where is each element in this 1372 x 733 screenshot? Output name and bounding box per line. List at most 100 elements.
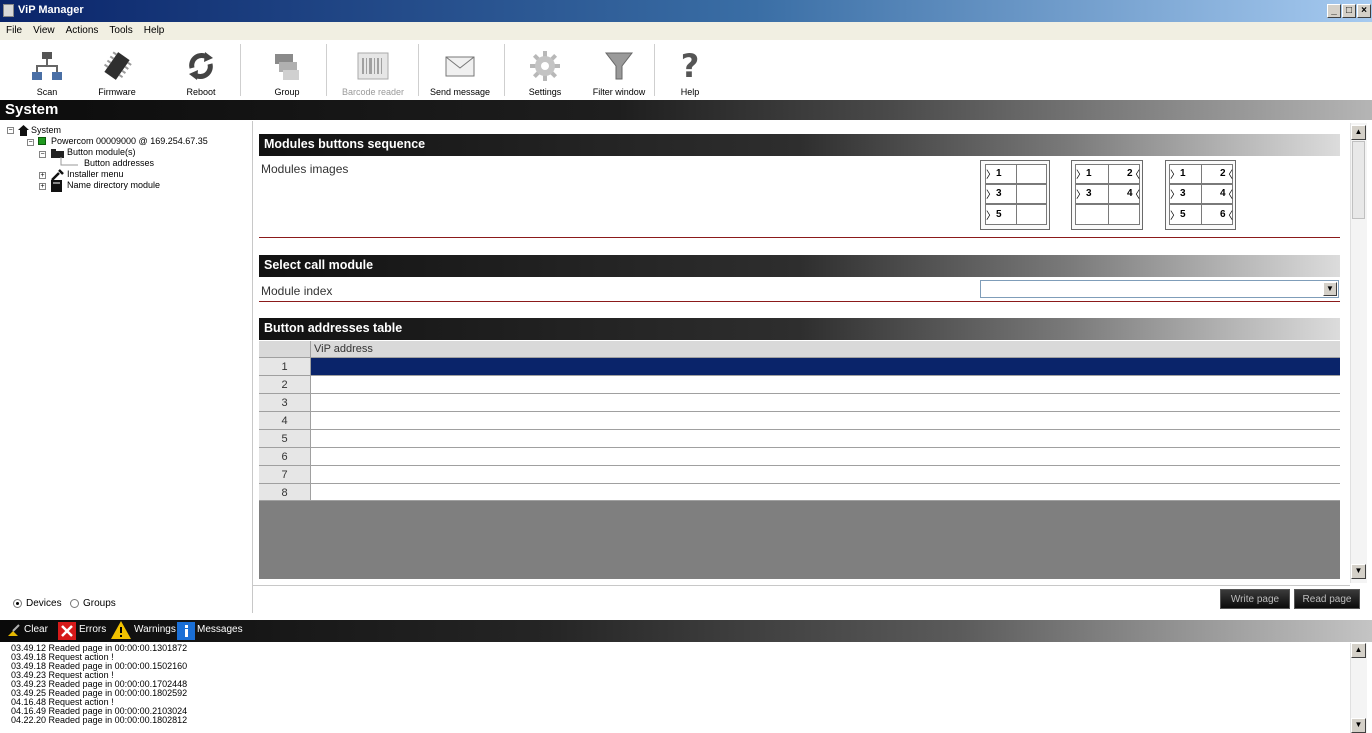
log-scrollbar[interactable]: ▲ ▼: [1350, 643, 1367, 733]
expand-icon[interactable]: +: [39, 183, 46, 190]
errors-filter-button[interactable]: Errors: [79, 624, 106, 635]
collapse-icon[interactable]: −: [27, 139, 34, 146]
row-header[interactable]: 1: [259, 358, 311, 376]
log-area: 03.49.12 Readed page in 00:00:00.1301872…: [0, 643, 1350, 733]
groups-radio-label[interactable]: Groups: [83, 598, 116, 609]
column-header-vip-address[interactable]: ViP address: [311, 341, 1340, 358]
settings-button[interactable]: Settings: [510, 46, 580, 98]
grid-corner: [259, 341, 311, 358]
maximize-button[interactable]: □: [1342, 4, 1356, 18]
envelope-icon: [445, 56, 475, 77]
module-image-3: 〉 1 2 〈 〉 3 4 〈 〉 5 6 〈: [1165, 160, 1236, 230]
barcode-reader-button[interactable]: Barcode reader: [338, 46, 408, 98]
row-header[interactable]: 8: [259, 484, 311, 501]
page-icon: [60, 157, 78, 166]
scroll-down-icon[interactable]: ▼: [1351, 564, 1366, 579]
devices-radio-label[interactable]: Devices: [26, 598, 62, 609]
info-icon: [177, 622, 195, 640]
vip-address-cell[interactable]: [311, 376, 1340, 394]
vip-address-cell[interactable]: [311, 466, 1340, 484]
tree-button-addresses[interactable]: Button addresses: [84, 158, 154, 168]
toolbar-separator: [240, 44, 241, 96]
modules-sequence-header: Modules buttons sequence: [259, 134, 1340, 156]
read-page-button[interactable]: Read page: [1294, 589, 1360, 609]
tree-button-modules[interactable]: Button module(s): [67, 147, 136, 157]
row-header[interactable]: 7: [259, 466, 311, 484]
group-label: Group: [274, 87, 300, 97]
scroll-up-icon[interactable]: ▲: [1351, 125, 1366, 140]
log-scroll-up-icon[interactable]: ▲: [1351, 643, 1366, 658]
row-header[interactable]: 3: [259, 394, 311, 412]
section-title: System: [5, 101, 59, 118]
log-line: 04.22.20 Readed page in 00:00:00.1802812: [11, 715, 188, 725]
write-page-button[interactable]: Write page: [1220, 589, 1290, 609]
menu-tools[interactable]: Tools: [103, 22, 137, 36]
collapse-icon[interactable]: −: [7, 127, 14, 134]
app-icon: [3, 4, 14, 17]
clear-log-button[interactable]: Clear: [24, 624, 48, 635]
devices-radio[interactable]: [13, 599, 22, 608]
help-label: Help: [680, 87, 700, 97]
section-divider: [259, 237, 1340, 238]
toolbar-separator: [418, 44, 419, 96]
row-header[interactable]: 5: [259, 430, 311, 448]
messages-filter-button[interactable]: Messages: [197, 624, 243, 635]
collapse-icon[interactable]: −: [39, 151, 46, 158]
tree-root[interactable]: System: [31, 125, 61, 135]
module-button-label: 5: [996, 209, 1002, 220]
send-message-button[interactable]: Send message: [425, 46, 495, 98]
vip-address-cell[interactable]: [311, 412, 1340, 430]
scrollbar-thumb[interactable]: [1352, 141, 1365, 219]
module-button-label: 3: [996, 188, 1002, 199]
vip-address-cell[interactable]: [311, 430, 1340, 448]
close-button[interactable]: ×: [1357, 4, 1371, 18]
menu-view[interactable]: View: [27, 22, 60, 36]
network-icon: [32, 52, 62, 80]
vip-address-cell-selected[interactable]: [311, 358, 1340, 376]
barcode-icon: [357, 52, 389, 80]
group-button[interactable]: Group: [252, 46, 322, 98]
directory-icon: [51, 180, 62, 192]
row-header[interactable]: 6: [259, 448, 311, 466]
addresses-table-header: Button addresses table: [259, 318, 1340, 340]
module-index-label: Module index: [261, 284, 333, 298]
menu-file[interactable]: File: [0, 22, 27, 36]
content-scrollbar[interactable]: ▲ ▼: [1350, 123, 1367, 583]
vip-address-cell[interactable]: [311, 484, 1340, 501]
help-button[interactable]: ? Help: [655, 46, 725, 98]
expand-icon[interactable]: +: [39, 172, 46, 179]
module-button-label: 3: [1086, 188, 1092, 199]
groups-radio[interactable]: [70, 599, 79, 608]
warnings-filter-button[interactable]: Warnings: [134, 624, 176, 635]
reboot-arrows-icon: [189, 52, 213, 80]
vip-address-cell[interactable]: [311, 448, 1340, 466]
addresses-table-title: Button addresses table: [264, 321, 403, 335]
vip-address-cell[interactable]: [311, 394, 1340, 412]
minimize-button[interactable]: _: [1327, 4, 1341, 18]
chevron-down-icon[interactable]: ▼: [1323, 282, 1337, 296]
firmware-button[interactable]: Firmware: [82, 46, 152, 98]
barcode-reader-label: Barcode reader: [341, 87, 405, 97]
tree-device[interactable]: Powercom 00009000 @ 169.254.67.35: [51, 136, 208, 146]
panel-divider[interactable]: [252, 121, 253, 613]
toolbar: Scan Firmware Reboot Group Barcode reade…: [0, 40, 1372, 98]
log-toolbar: Clear Errors Warnings Messages: [0, 620, 1372, 642]
gear-icon: [530, 51, 560, 81]
menu-bar: File View Actions Tools Help: [0, 22, 1372, 40]
row-header[interactable]: 2: [259, 376, 311, 394]
tree-name-directory[interactable]: Name directory module: [67, 180, 160, 190]
broom-icon: [8, 624, 20, 636]
menu-help[interactable]: Help: [138, 22, 170, 36]
row-header[interactable]: 4: [259, 412, 311, 430]
scan-button[interactable]: Scan: [12, 46, 82, 98]
module-button-label: 1: [996, 168, 1002, 179]
menu-actions[interactable]: Actions: [60, 22, 104, 36]
module-image-2: 〉 1 2 〈 〉 3 4 〈: [1071, 160, 1143, 230]
device-tree: − System − Powercom 00009000 @ 169.254.6…: [0, 121, 252, 591]
device-status-icon: [38, 137, 46, 145]
filter-window-button[interactable]: Filter window: [584, 46, 654, 98]
module-index-select[interactable]: ▼: [980, 280, 1339, 298]
tree-installer-menu[interactable]: Installer menu: [67, 169, 124, 179]
log-scroll-down-icon[interactable]: ▼: [1351, 718, 1366, 733]
reboot-button[interactable]: Reboot: [166, 46, 236, 98]
